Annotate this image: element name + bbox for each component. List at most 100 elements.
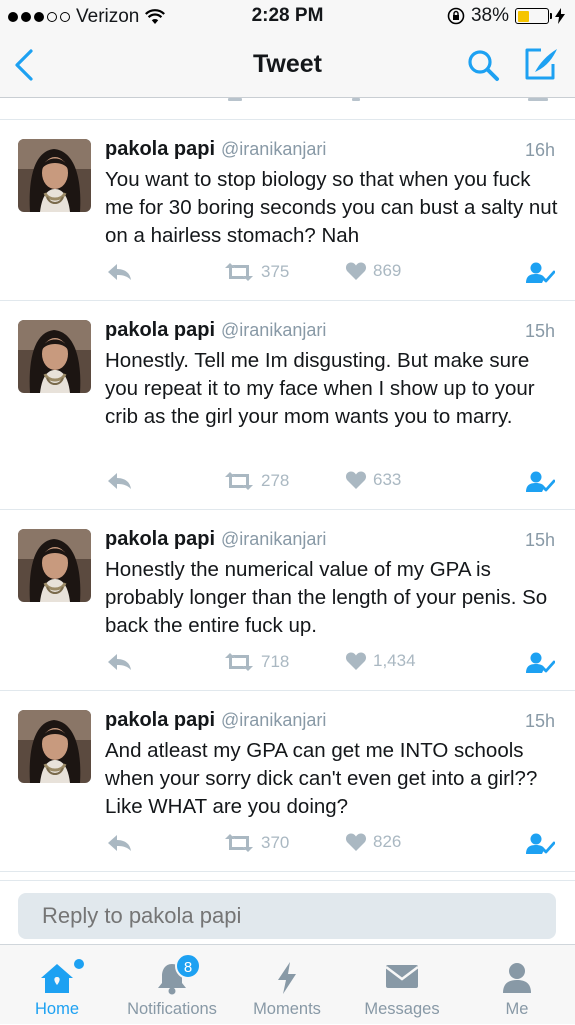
profile-photo [18, 529, 91, 602]
tab-moments[interactable]: Moments [232, 945, 342, 1025]
tab-home[interactable]: Home [2, 945, 112, 1025]
reply-button[interactable] [105, 832, 133, 854]
retweet-icon [225, 263, 253, 281]
retweet-icon [225, 653, 253, 671]
tweet-actions: 375 869 [105, 261, 555, 287]
like-button[interactable]: 826 [345, 832, 401, 852]
battery-icon [515, 8, 552, 24]
tweet-timestamp: 15h [524, 321, 555, 341]
retweet-button[interactable]: 718 [223, 651, 289, 673]
compose-icon [525, 48, 557, 80]
tweet-timestamp: 15h [524, 530, 555, 550]
follow-check-icon [526, 262, 555, 283]
compose-button[interactable] [523, 46, 559, 87]
nav-bar: Tweet [0, 34, 575, 98]
home-icon [41, 964, 73, 993]
user-handle[interactable]: @iranikanjari [221, 529, 326, 549]
home-new-indicator [74, 959, 84, 969]
tab-notifications[interactable]: 8 Notifications [117, 945, 227, 1025]
reply-input[interactable] [18, 893, 556, 939]
battery-percent: 38% [470, 5, 509, 26]
like-button[interactable]: 633 [345, 470, 401, 490]
tweet[interactable]: pakola papi @iranikanjari 15h Honestly. T… [0, 302, 575, 510]
follow-button[interactable] [525, 651, 555, 675]
lightning-icon [278, 962, 296, 994]
heart-icon [345, 471, 367, 489]
user-handle[interactable]: @iranikanjari [221, 710, 326, 730]
like-count: 1,434 [373, 651, 416, 670]
notifications-badge: 8 [175, 953, 201, 979]
follow-button[interactable] [525, 261, 555, 285]
retweet-icon [225, 472, 253, 490]
search-icon [468, 50, 499, 81]
heart-icon [345, 262, 367, 280]
tweet-header: pakola papi @iranikanjari 15h [105, 528, 555, 554]
tab-moments-label: Moments [253, 1000, 321, 1018]
retweet-button[interactable]: 370 [223, 832, 289, 854]
battery-group: 38% [447, 5, 565, 27]
profile-photo [18, 710, 91, 783]
like-button[interactable]: 869 [345, 261, 401, 281]
status-bar: Verizon 2:28 PM 38% [0, 0, 575, 34]
avatar[interactable] [18, 139, 91, 212]
follow-check-icon [526, 833, 555, 854]
retweet-icon [225, 834, 253, 852]
envelope-icon [385, 965, 419, 988]
tab-messages-label: Messages [364, 1000, 440, 1018]
profile-photo [18, 320, 91, 393]
tab-messages[interactable]: Messages [347, 945, 457, 1025]
follow-button[interactable] [525, 470, 555, 494]
avatar[interactable] [18, 320, 91, 393]
tweet-timestamp: 15h [524, 711, 555, 731]
tweet-timestamp: 16h [524, 140, 555, 160]
tweet-text: And atleast my GPA can get me INTO schoo… [105, 739, 538, 818]
tab-notifications-label: Notifications [127, 1000, 217, 1018]
reply-icon [108, 654, 131, 670]
tweet-header: pakola papi @iranikanjari 15h [105, 319, 555, 345]
like-count: 633 [373, 470, 402, 489]
like-count: 869 [373, 261, 402, 280]
reply-icon [108, 264, 131, 280]
heart-icon [345, 652, 367, 670]
retweet-button[interactable]: 375 [223, 261, 289, 283]
avatar[interactable] [18, 710, 91, 783]
tab-home-label: Home [34, 1000, 79, 1018]
tab-me[interactable]: Me [462, 945, 572, 1025]
tweet-text: Honestly. Tell me Im disgusting. But mak… [105, 349, 535, 428]
tweet-text: Honestly the numerical value of my GPA i… [105, 558, 548, 637]
avatar[interactable] [18, 529, 91, 602]
reply-button[interactable] [105, 470, 133, 492]
user-handle[interactable]: @iranikanjari [221, 320, 326, 340]
tweet[interactable]: pakola papi @iranikanjari 15h And atleast… [0, 692, 575, 872]
user-handle[interactable]: @iranikanjari [221, 139, 326, 159]
reply-button[interactable] [105, 261, 133, 283]
tab-me-label: Me [505, 1000, 529, 1018]
tweet[interactable]: pakola papi @iranikanjari 15h Honestly th… [0, 511, 575, 691]
tweet-actions: 370 826 [105, 832, 555, 858]
tab-bar: Home 8 Notifications Moments Messages Me [0, 944, 575, 1024]
retweet-count: 278 [261, 471, 290, 490]
charging-icon [555, 8, 565, 24]
retweet-button[interactable]: 278 [223, 470, 289, 492]
retweet-count: 375 [261, 262, 290, 281]
tweet-header: pakola papi @iranikanjari 16h [105, 138, 555, 164]
display-name[interactable]: pakola papi [105, 138, 215, 160]
reply-icon [108, 835, 131, 851]
heart-icon [345, 833, 367, 851]
display-name[interactable]: pakola papi [105, 709, 215, 731]
search-button[interactable] [466, 48, 500, 87]
display-name[interactable]: pakola papi [105, 528, 215, 550]
person-icon [503, 963, 531, 993]
tweet-header: pakola papi @iranikanjari 15h [105, 709, 555, 735]
like-count: 826 [373, 832, 402, 851]
reply-button[interactable] [105, 651, 133, 673]
tweet-actions: 718 1,434 [105, 651, 555, 677]
previous-tweet-edge [0, 98, 575, 120]
display-name[interactable]: pakola papi [105, 319, 215, 341]
follow-button[interactable] [525, 832, 555, 856]
follow-check-icon [526, 652, 555, 673]
reply-bar [0, 880, 575, 942]
like-button[interactable]: 1,434 [345, 651, 416, 671]
tweet[interactable]: pakola papi @iranikanjari 16h You want to… [0, 121, 575, 301]
tweet-actions: 278 633 [105, 470, 555, 496]
